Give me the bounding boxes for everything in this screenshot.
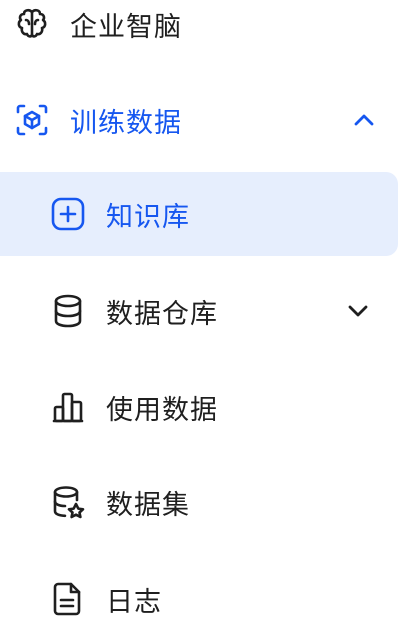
nav-item-data-warehouse[interactable]: 数据仓库 — [0, 269, 398, 353]
chevron-up-icon[interactable] — [352, 108, 376, 132]
nav-item-label: 企业智脑 — [70, 11, 182, 43]
nav-item-label: 知识库 — [106, 201, 190, 233]
sidebar-nav: 企业智脑 训练数据 知识库 数据仓库 使用数据 数据集 日志 — [0, 0, 404, 638]
nav-item-ai-brain[interactable]: 企业智脑 — [0, 0, 404, 59]
nav-item-training-data[interactable]: 训练数据 — [0, 85, 404, 155]
nav-item-label: 数据仓库 — [106, 298, 218, 330]
nav-item-label: 使用数据 — [106, 394, 218, 426]
nav-item-logs[interactable]: 日志 — [0, 557, 398, 638]
brain-icon — [14, 6, 50, 42]
chevron-down-icon[interactable] — [346, 299, 370, 323]
document-icon — [50, 581, 86, 617]
database-icon — [50, 293, 86, 329]
nav-item-dataset[interactable]: 数据集 — [0, 460, 398, 544]
nav-item-label: 数据集 — [106, 489, 190, 521]
nav-item-knowledge-base[interactable]: 知识库 — [0, 172, 398, 256]
database-star-icon — [50, 484, 86, 520]
nav-item-label: 训练数据 — [70, 107, 182, 139]
bar-chart-icon — [50, 389, 86, 425]
add-square-icon — [50, 196, 86, 232]
nav-item-usage-data[interactable]: 使用数据 — [0, 365, 398, 449]
nav-item-label: 日志 — [106, 586, 162, 618]
cube-scan-icon — [14, 102, 50, 138]
